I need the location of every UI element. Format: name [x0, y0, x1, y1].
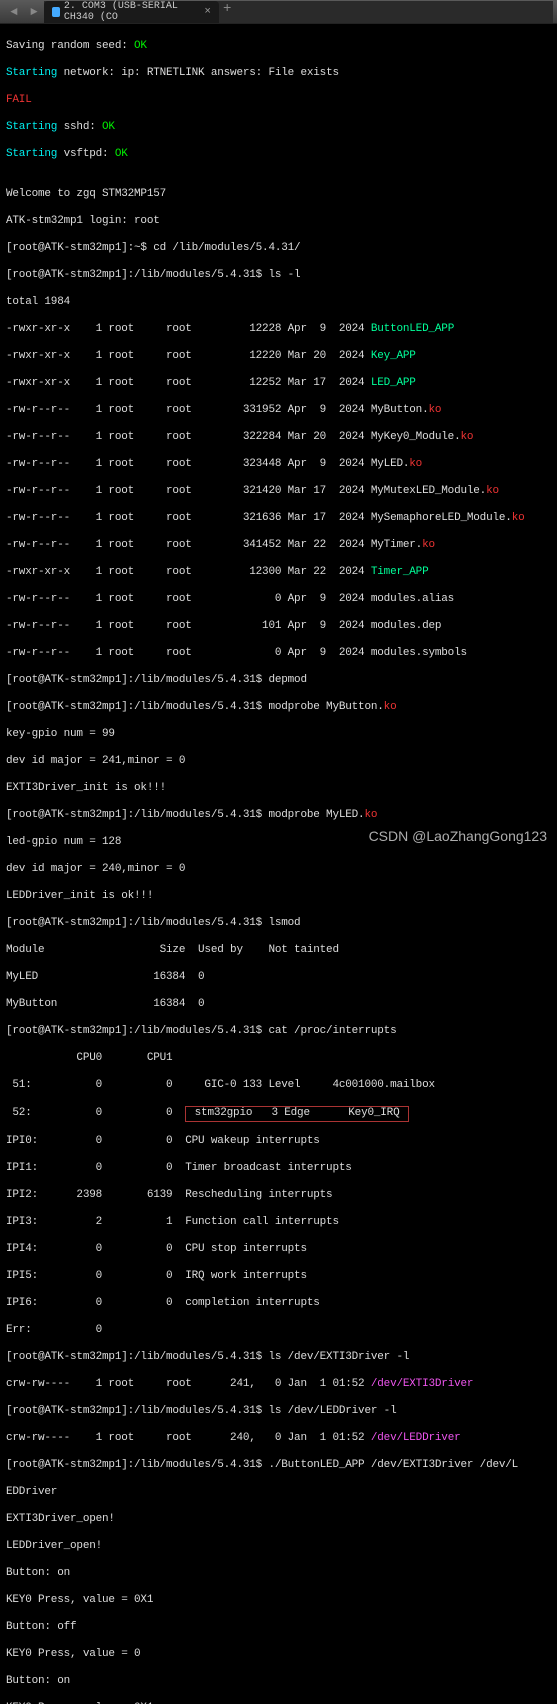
nav-fwd-icon[interactable]: ►	[24, 2, 44, 22]
tab-title: 2. COM3 (USB-SERIAL CH340 (CO	[64, 1, 201, 23]
close-icon[interactable]: ×	[204, 6, 211, 18]
watermark: CSDN @LaoZhangGong123	[369, 828, 547, 844]
terminal-output[interactable]: Saving random seed: OK Starting network:…	[0, 24, 557, 1704]
new-tab-icon[interactable]: +	[223, 1, 231, 23]
tab-bar: 2. COM3 (USB-SERIAL CH340 (CO × +	[44, 1, 553, 23]
terminal-tab[interactable]: 2. COM3 (USB-SERIAL CH340 (CO ×	[44, 1, 219, 23]
terminal-icon	[52, 7, 60, 17]
highlighted-irq: stm32gpio 3 Edge Key0_IRQ	[185, 1106, 409, 1122]
titlebar: ◄ ► 2. COM3 (USB-SERIAL CH340 (CO × +	[0, 0, 557, 24]
nav-back-icon[interactable]: ◄	[4, 2, 24, 22]
